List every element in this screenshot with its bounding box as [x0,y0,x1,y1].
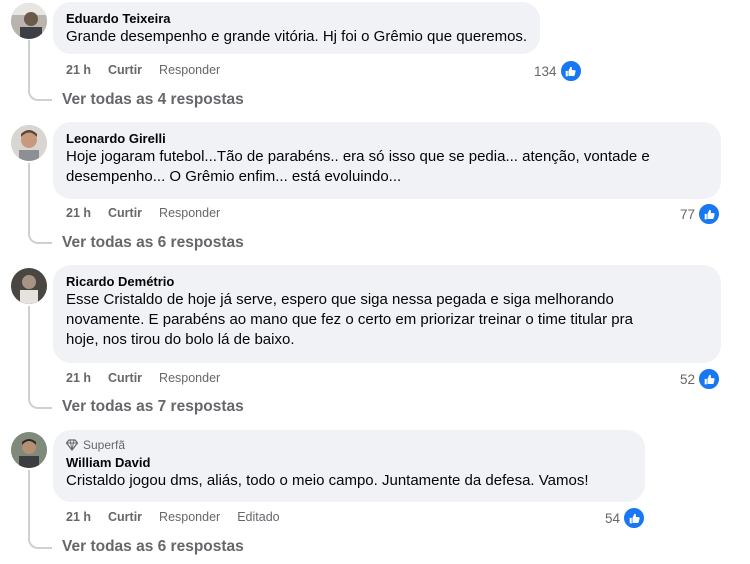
like-button[interactable]: Curtir [108,206,142,220]
comment-text: Grande desempenho e grande vitória. Hj f… [66,28,528,45]
like-button[interactable]: Curtir [108,63,142,77]
comment-text-line: hoje, nos tirou do bolo lá de baixo. [66,331,295,348]
comment-bubble: Leonardo Girelli Hoje jogaram futebol...… [53,122,721,199]
reaction-count[interactable]: 134 [534,59,583,83]
reaction-count[interactable]: 52 [680,367,722,391]
comment-author[interactable]: Leonardo Girelli [66,130,708,147]
thumbs-up-icon [622,506,647,530]
comment-actions: 21 h Curtir Responder Editado [66,510,280,524]
diamond-icon [66,439,78,451]
view-replies-link[interactable]: Ver todas as 7 respostas [62,398,244,416]
comment-bubble: Eduardo Teixeira Grande desempenho e gra… [53,2,541,54]
thumbs-up-icon [558,59,583,83]
reaction-count[interactable]: 54 [605,506,647,530]
thumbs-up-icon [697,202,722,226]
comment-text-line: Hoje jogaram futebol...Tão de parabéns..… [66,148,650,165]
view-replies-link[interactable]: Ver todas as 4 respostas [62,91,244,109]
badge-label: Superfã [83,438,126,452]
avatar[interactable] [11,432,47,468]
view-replies-link[interactable]: Ver todas as 6 respostas [62,234,244,252]
avatar[interactable] [11,3,47,39]
reply-button[interactable]: Responder [159,371,220,385]
comment-text-line: novamente. E parabéns ao mano que fez o … [66,311,633,328]
reply-button[interactable]: Responder [159,63,220,77]
thumbs-up-icon [697,367,722,391]
comment-author[interactable]: William David [66,454,632,471]
comment-text: Cristaldo jogou dms, aliás, todo o meio … [66,472,589,489]
comment-text-line: desempenho... O Grêmio enfim... está evo… [66,168,402,185]
comment-actions: 21 h Curtir Responder [66,206,220,220]
edited-label: Editado [237,510,280,524]
comment-bubble: Superfã William David Cristaldo jogou dm… [53,430,645,502]
thread-connector [28,306,52,409]
comment-time[interactable]: 21 h [66,206,91,220]
like-button[interactable]: Curtir [108,371,142,385]
reply-button[interactable]: Responder [159,510,220,524]
comment-author[interactable]: Eduardo Teixeira [66,10,527,27]
avatar[interactable] [11,268,47,304]
like-count: 134 [534,63,557,79]
thread-connector [28,163,52,244]
avatar[interactable] [11,125,47,161]
comment-actions: 21 h Curtir Responder [66,63,220,77]
comment-actions: 21 h Curtir Responder [66,371,220,385]
like-count: 54 [605,510,621,526]
comment-time[interactable]: 21 h [66,371,91,385]
like-button[interactable]: Curtir [108,510,142,524]
comment-bubble: Ricardo Demétrio Esse Cristaldo de hoje … [53,265,721,363]
fan-badge[interactable]: Superfã [66,438,632,452]
comment-time[interactable]: 21 h [66,63,91,77]
thread-connector [28,40,52,101]
like-count: 77 [680,206,696,222]
like-count: 52 [680,371,696,387]
comment-time[interactable]: 21 h [66,510,91,524]
reaction-count[interactable]: 77 [680,202,722,226]
reply-button[interactable]: Responder [159,206,220,220]
comment-text-line: Esse Cristaldo de hoje já serve, espero … [66,291,614,308]
thread-connector [28,470,52,549]
view-replies-link[interactable]: Ver todas as 6 respostas [62,538,244,556]
comment-author[interactable]: Ricardo Demétrio [66,273,708,290]
